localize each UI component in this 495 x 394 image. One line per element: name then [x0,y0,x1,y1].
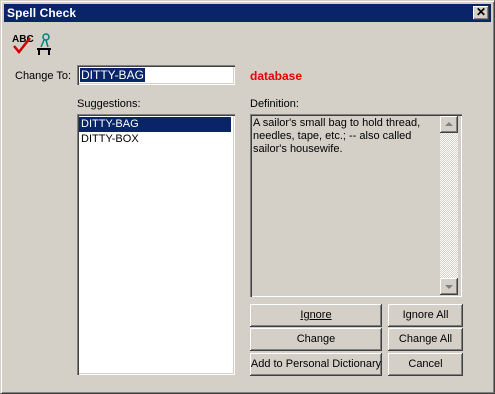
change-button[interactable]: Change [250,328,382,351]
ignore-button[interactable]: Ignore [250,304,382,327]
close-icon: ✕ [475,5,487,19]
suggestions-label: Suggestions: [77,98,141,110]
scroll-up-button[interactable] [440,116,458,133]
close-button[interactable]: ✕ [473,5,489,20]
change-to-input[interactable]: DITTY-BAG [77,65,235,85]
ignore-all-button[interactable]: Ignore All [388,304,463,327]
change-to-label: Change To: [15,70,72,82]
cancel-label: Cancel [408,358,443,370]
window-title: Spell Check [7,6,77,20]
add-to-dictionary-button[interactable]: Add to Personal Dictionary [250,353,382,376]
title-bar[interactable]: Spell Check ✕ [4,4,491,22]
chevron-up-icon [445,122,453,126]
svg-text:ABC: ABC [12,34,34,45]
change-label: Change [296,333,336,345]
definition-text: A sailor's small bag to hold thread, nee… [253,117,421,155]
definition-label: Definition: [250,98,299,110]
scroll-down-button[interactable] [440,278,458,295]
definition-box: A sailor's small bag to hold thread, nee… [250,114,462,297]
definition-scrollbar[interactable] [440,116,458,295]
cancel-button[interactable]: Cancel [388,353,463,376]
suggestions-list[interactable]: DITTY-BAG DITTY-BOX [77,114,235,375]
change-to-value: DITTY-BAG [80,68,145,82]
ignore-all-label: Ignore All [402,309,449,321]
abc-spellcheck-icon[interactable]: ABC [10,30,56,56]
spell-check-dialog: Spell Check ✕ ABC Change To: DITTY-BAG d… [0,0,495,394]
chevron-down-icon [445,285,453,289]
ignore-label: Ignore [300,309,332,321]
misspelled-word: database [250,69,303,83]
list-item[interactable]: DITTY-BOX [79,132,231,147]
change-all-button[interactable]: Change All [388,328,463,351]
change-all-label: Change All [398,333,453,345]
list-item[interactable]: DITTY-BAG [79,117,231,132]
add-to-dictionary-label: Add to Personal Dictionary [250,358,382,370]
